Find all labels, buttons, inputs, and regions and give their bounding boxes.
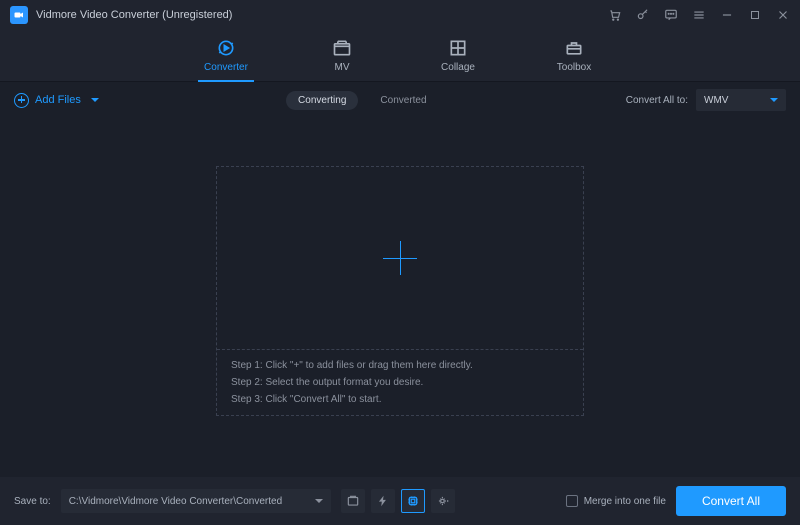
- instruction-step: Step 1: Click "+" to add files or drag t…: [231, 360, 569, 371]
- add-icon: [14, 93, 29, 108]
- add-files-button[interactable]: Add Files: [14, 93, 99, 108]
- close-icon[interactable]: [776, 8, 790, 22]
- app-logo: [10, 6, 28, 24]
- status-segment: Converting Converted: [286, 91, 439, 110]
- footer: Save to: C:\Vidmore\Vidmore Video Conver…: [0, 477, 800, 525]
- segment-converting[interactable]: Converting: [286, 91, 358, 110]
- minimize-icon[interactable]: [720, 8, 734, 22]
- subbar: Add Files Converting Converted Convert A…: [0, 82, 800, 118]
- content-area: Step 1: Click "+" to add files or drag t…: [0, 118, 800, 525]
- key-icon[interactable]: [636, 8, 650, 22]
- add-files-label: Add Files: [35, 94, 81, 106]
- menu-icon[interactable]: [692, 8, 706, 22]
- mv-icon: [332, 38, 352, 58]
- settings-button[interactable]: [431, 489, 455, 513]
- instructions: Step 1: Click "+" to add files or drag t…: [217, 350, 583, 415]
- dropzone: Step 1: Click "+" to add files or drag t…: [216, 166, 584, 416]
- tab-label: Collage: [441, 62, 475, 73]
- main-tabbar: Converter MV Collage Toolbox: [0, 30, 800, 82]
- tab-collage[interactable]: Collage: [430, 30, 486, 81]
- chevron-down-icon: [770, 98, 778, 102]
- convert-all-button[interactable]: Convert All: [676, 486, 786, 516]
- tab-label: Toolbox: [557, 62, 591, 73]
- chevron-down-icon: [91, 98, 99, 102]
- titlebar-actions: [608, 8, 790, 22]
- cart-icon[interactable]: [608, 8, 622, 22]
- maximize-icon[interactable]: [748, 8, 762, 22]
- merge-checkbox[interactable]: Merge into one file: [566, 495, 666, 507]
- converter-icon: [216, 38, 236, 58]
- high-speed-button[interactable]: [371, 489, 395, 513]
- save-path-select[interactable]: C:\Vidmore\Vidmore Video Converter\Conve…: [61, 489, 331, 513]
- tab-toolbox[interactable]: Toolbox: [546, 30, 602, 81]
- save-path-text: C:\Vidmore\Vidmore Video Converter\Conve…: [69, 496, 282, 507]
- chevron-down-icon: [315, 499, 323, 503]
- tab-converter[interactable]: Converter: [198, 30, 254, 81]
- checkbox-icon: [566, 495, 578, 507]
- gpu-accel-button[interactable]: [401, 489, 425, 513]
- merge-label: Merge into one file: [584, 496, 666, 507]
- save-to-label: Save to:: [14, 496, 51, 507]
- footer-toolbar: [341, 489, 455, 513]
- tab-label: Converter: [204, 62, 248, 73]
- titlebar: Vidmore Video Converter (Unregistered): [0, 0, 800, 30]
- open-folder-button[interactable]: [341, 489, 365, 513]
- convert-all-to-label: Convert All to:: [626, 95, 688, 106]
- tab-mv[interactable]: MV: [314, 30, 370, 81]
- convert-all-to-wrapper: Convert All to: WMV: [626, 89, 786, 111]
- plus-icon: [383, 241, 417, 275]
- instruction-step: Step 3: Click "Convert All" to start.: [231, 394, 569, 405]
- format-selected: WMV: [704, 95, 728, 106]
- tab-label: MV: [335, 62, 350, 73]
- instruction-step: Step 2: Select the output format you des…: [231, 377, 569, 388]
- toolbox-icon: [564, 38, 584, 58]
- segment-converted[interactable]: Converted: [368, 91, 438, 110]
- feedback-icon[interactable]: [664, 8, 678, 22]
- window-title: Vidmore Video Converter (Unregistered): [36, 9, 232, 21]
- output-format-select[interactable]: WMV: [696, 89, 786, 111]
- collage-icon: [448, 38, 468, 58]
- add-files-dropzone[interactable]: [217, 167, 583, 350]
